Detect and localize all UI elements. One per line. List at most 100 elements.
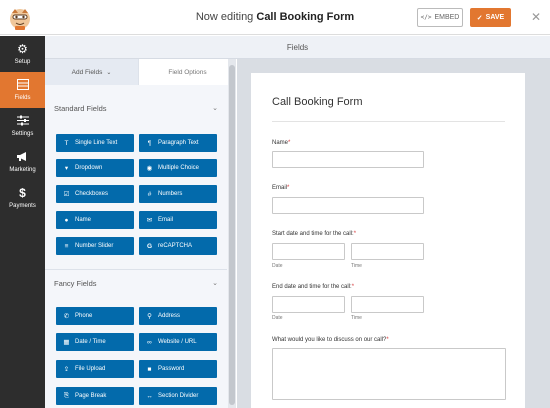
standard-fields-header[interactable]: Standard Fields ⌄ [45,97,227,119]
title-divider [272,121,505,122]
checkbox-icon: ☑ [63,191,70,198]
gear-icon: ⚙ [17,42,28,56]
radio-icon: ◉ [146,165,153,172]
hash-icon: # [147,190,152,198]
button-label: Email [158,217,174,223]
scrollbar-thumb[interactable] [229,65,235,405]
add-paragraph-text-button[interactable]: ¶ Paragraph Text [139,134,217,152]
add-phone-button[interactable]: ✆ Phone [56,307,134,325]
required-mark: * [288,140,291,146]
sidebar-item-label: Setup [14,59,31,65]
sidebar-item-label: Fields [14,95,31,101]
add-email-button[interactable]: ✉ Email [139,211,217,229]
section-divider [45,269,227,270]
button-label: Single Line Text [75,140,118,146]
add-dropdown-button[interactable]: ▾ Dropdown [56,159,134,177]
required-mark: * [386,337,389,343]
required-mark: * [353,231,357,237]
sidebar-item-settings[interactable]: Settings [0,108,45,144]
editing-title: Now editing Call Booking Form [0,11,550,23]
megaphone-icon [16,151,29,165]
add-address-button[interactable]: ⚲ Address [139,307,217,325]
button-label: Numbers [158,191,183,197]
sidebar-item-label: Settings [11,131,34,137]
add-section-divider-button[interactable]: ↔ Section Divider [139,387,217,405]
add-password-button[interactable]: ■ Password [139,360,217,378]
section-title: Standard Fields [54,103,107,113]
end-date-input[interactable] [272,296,345,313]
user-icon: ● [64,216,69,224]
top-bar: Now editing Call Booking Form </> EMBED … [0,0,550,35]
map-pin-icon: ⚲ [147,313,152,320]
add-date-time-button[interactable]: ▦ Date / Time [56,333,134,351]
button-label: Dropdown [75,165,103,171]
save-button[interactable]: ✓ SAVE [470,8,511,27]
fields-icon [16,79,29,93]
email-input[interactable] [272,197,424,214]
button-label: Checkboxes [75,191,109,197]
tab-add-fields[interactable]: Add Fields ⌄ [45,59,139,85]
label-text: Start date and time for the call: [272,231,354,237]
add-name-button[interactable]: ● Name [56,211,134,229]
sidebar-item-label: Marketing [9,167,36,173]
embed-label: EMBED [434,14,460,21]
dollar-icon: $ [19,186,26,200]
discuss-textarea[interactable] [272,348,506,400]
code-icon: </> [420,14,432,21]
lock-icon: ■ [147,365,152,373]
button-label: File Upload [75,366,106,372]
embed-button[interactable]: </> EMBED [417,8,463,27]
chevron-down-icon: ⌄ [212,280,218,287]
calendar-icon: ▦ [63,339,70,346]
sidebar-item-payments[interactable]: $ Payments [0,180,45,216]
fields-panel: Add Fields ⌄ Field Options Standard Fiel… [45,59,236,408]
fancy-fields-header[interactable]: Fancy Fields ⌄ [45,272,227,294]
text-icon: T [64,139,69,147]
upload-icon: ⇪ [63,366,70,373]
sidebar-item-setup[interactable]: ⚙ Setup [0,36,45,72]
button-label: Section Divider [158,393,199,399]
add-multiple-choice-button[interactable]: ◉ Multiple Choice [139,159,217,177]
tab-field-options[interactable]: Field Options [139,59,236,85]
sidebar-item-label: Payments [9,203,36,209]
add-number-slider-button[interactable]: ≡ Number Slider [56,237,134,255]
sidebar-item-marketing[interactable]: Marketing [0,144,45,180]
start-date-input[interactable] [272,243,345,260]
name-input[interactable] [272,151,424,168]
start-datetime-label: Start date and time for the call:* [272,231,356,237]
add-website-url-button[interactable]: ∞ Website / URL [139,333,217,351]
google-icon: G [146,242,153,250]
button-label: Number Slider [75,243,114,249]
start-date-sublabel: Date [272,263,283,269]
add-page-break-button[interactable]: ⎘ Page Break [56,387,134,405]
form-title: Call Booking Form [272,96,363,108]
button-label: Date / Time [75,339,106,345]
add-file-upload-button[interactable]: ⇪ File Upload [56,360,134,378]
editing-form-name: Call Booking Form [256,11,355,23]
link-icon: ∞ [147,338,152,346]
phone-icon: ✆ [63,313,70,320]
end-date-sublabel: Date [272,315,283,321]
editing-prefix: Now editing [195,11,254,23]
discuss-label: What would you like to discuss on our ca… [272,337,389,343]
add-recaptcha-button[interactable]: GreCAPTCHA [139,237,217,255]
start-time-input[interactable] [351,243,424,260]
tab-label: Field Options [168,68,207,76]
sidebar-item-fields[interactable]: Fields [0,72,45,108]
add-single-line-text-button[interactable]: T Single Line Text [56,134,134,152]
add-numbers-button[interactable]: # Numbers [139,185,217,203]
fields-header: Fields [45,36,550,59]
slider-icon: ≡ [64,242,69,250]
label-text: Name [272,140,289,146]
end-time-sublabel: Time [351,315,362,321]
end-time-input[interactable] [351,296,424,313]
label-text: End date and time for the call: [272,284,352,290]
close-icon[interactable]: ✕ [529,10,543,24]
page-break-icon: ⎘ [63,392,70,399]
panel-tabs: Add Fields ⌄ Field Options [45,59,236,85]
add-checkboxes-button[interactable]: ☑ Checkboxes [56,185,134,203]
required-mark: * [287,185,290,191]
paragraph-icon: ¶ [147,139,152,147]
button-label: Website / URL [158,339,197,345]
panel-scrollbar[interactable] [228,59,236,408]
